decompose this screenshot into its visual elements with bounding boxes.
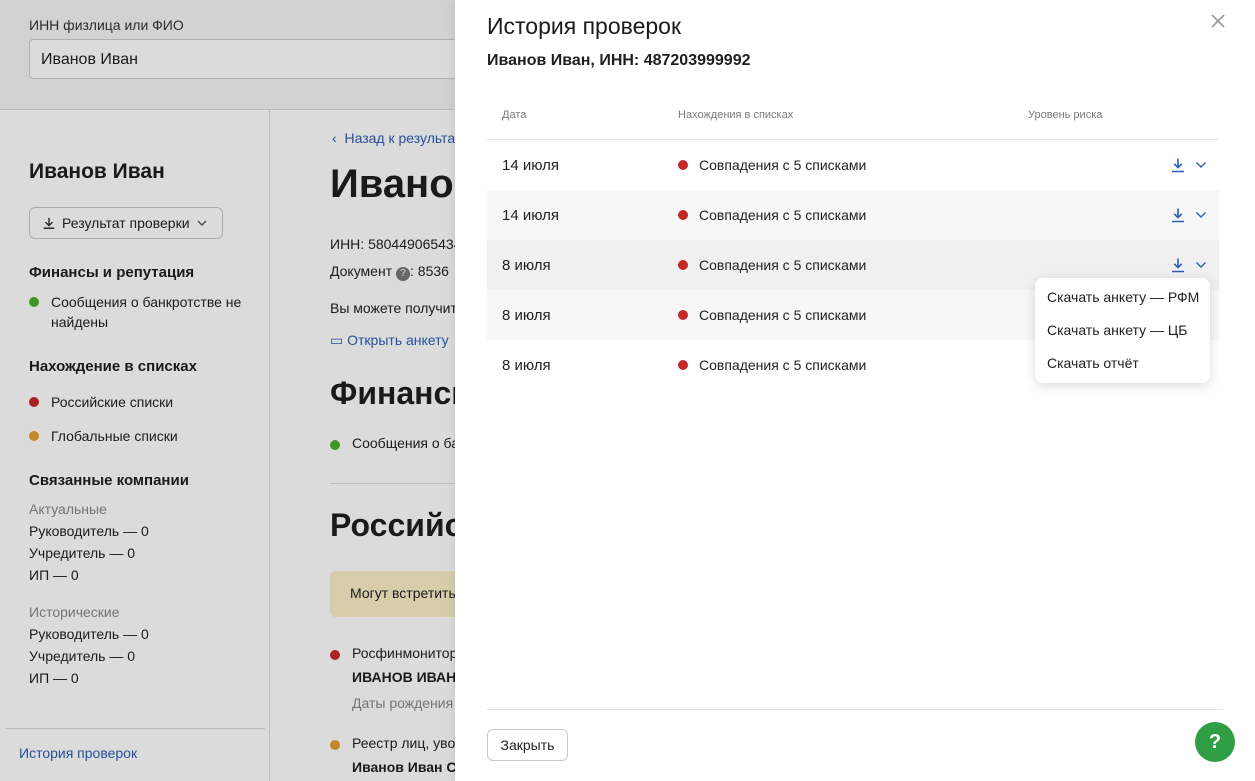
row-match-text: Совпадения с 5 списками: [699, 357, 867, 373]
chevron-down-icon[interactable]: [1195, 160, 1207, 170]
status-dot: [678, 210, 688, 220]
drawer-title: История проверок: [487, 13, 682, 39]
row-date: 14 июля: [502, 207, 560, 224]
table-header: Дата Нахождения в списках Уровень риска: [487, 90, 1219, 140]
column-date: Дата: [502, 109, 527, 121]
chevron-down-icon[interactable]: [1195, 260, 1207, 270]
row-match: Совпадения с 5 списками: [678, 257, 866, 273]
row-match-text: Совпадения с 5 списками: [699, 257, 867, 273]
drawer-subtitle: Иванов Иван, ИНН: 487203999992: [487, 52, 751, 69]
row-match-text: Совпадения с 5 списками: [699, 157, 867, 173]
menu-item-download-report[interactable]: Скачать отчёт: [1035, 354, 1210, 387]
status-dot: [678, 310, 688, 320]
footer-divider: [487, 709, 1223, 710]
row-match: Совпадения с 5 списками: [678, 307, 866, 323]
history-drawer: История проверок Иванов Иван, ИНН: 48720…: [455, 0, 1255, 781]
menu-item-download-cb[interactable]: Скачать анкету — ЦБ: [1035, 321, 1210, 354]
download-dropdown-menu: Скачать анкету — РФМ Скачать анкету — ЦБ…: [1035, 278, 1210, 383]
download-icon[interactable]: [1170, 257, 1186, 273]
table-row[interactable]: 14 июля Совпадения с 5 списками: [487, 140, 1219, 190]
status-dot: [678, 260, 688, 270]
row-match: Совпадения с 5 списками: [678, 357, 866, 373]
close-icon[interactable]: [1207, 10, 1229, 32]
download-icon[interactable]: [1170, 157, 1186, 173]
row-match: Совпадения с 5 списками: [678, 157, 866, 173]
chevron-down-icon[interactable]: [1195, 210, 1207, 220]
row-date: 8 июля: [502, 307, 551, 324]
row-match-text: Совпадения с 5 списками: [699, 307, 867, 323]
row-match-text: Совпадения с 5 списками: [699, 207, 867, 223]
row-date: 14 июля: [502, 157, 560, 174]
menu-item-download-rfm[interactable]: Скачать анкету — РФМ: [1035, 288, 1210, 321]
status-dot: [678, 160, 688, 170]
row-date: 8 июля: [502, 357, 551, 374]
download-icon[interactable]: [1170, 207, 1186, 223]
close-button[interactable]: Закрыть: [487, 729, 568, 761]
status-dot: [678, 360, 688, 370]
column-lists: Нахождения в списках: [678, 109, 794, 121]
column-risk: Уровень риска: [1028, 109, 1103, 121]
table-row[interactable]: 14 июля Совпадения с 5 списками: [487, 190, 1219, 240]
row-date: 8 июля: [502, 257, 551, 274]
row-match: Совпадения с 5 списками: [678, 207, 866, 223]
help-icon[interactable]: ?: [1195, 722, 1235, 762]
